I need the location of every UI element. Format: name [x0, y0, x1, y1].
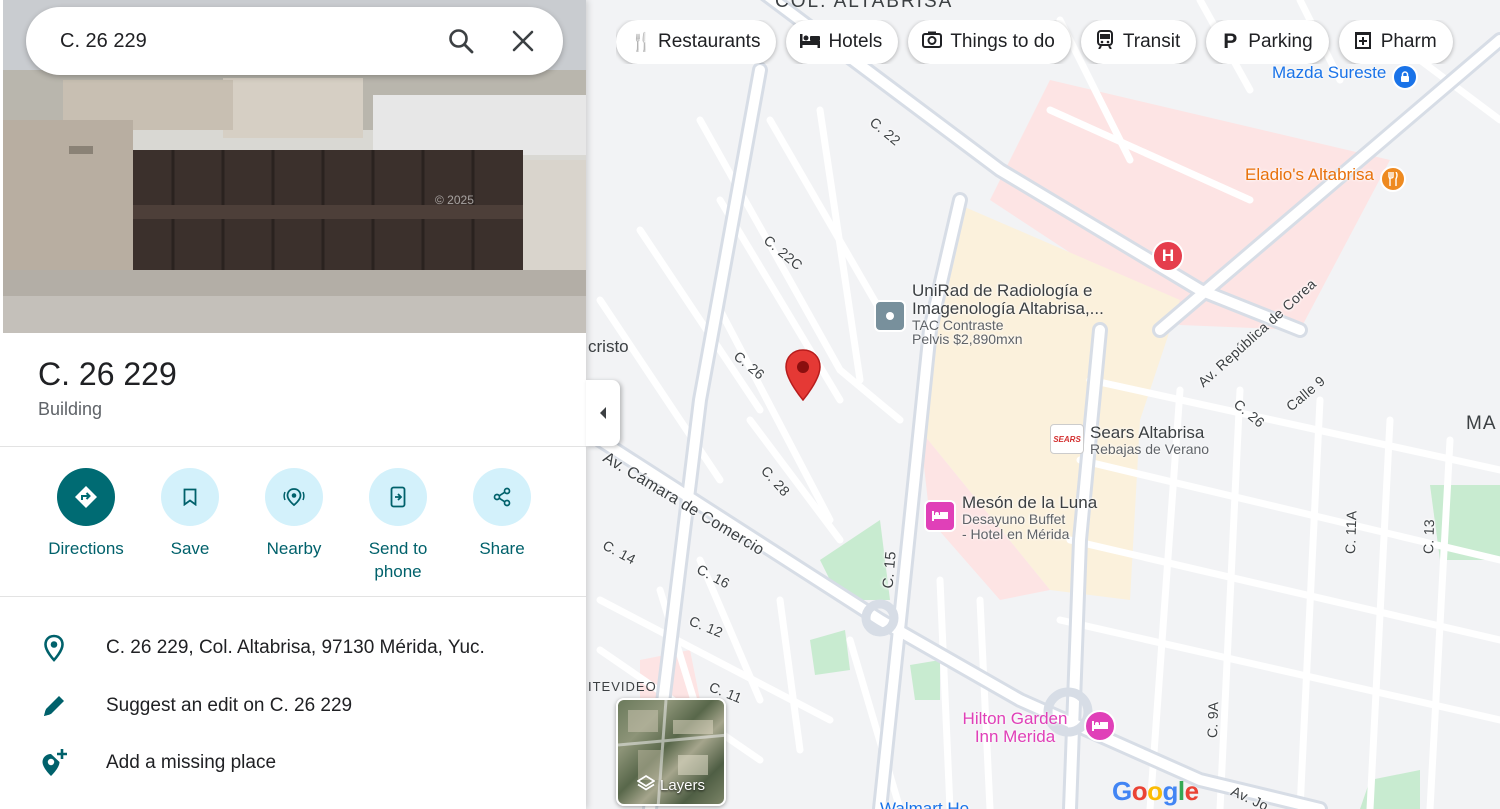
collapse-panel-button[interactable]	[586, 380, 620, 446]
action-label: Send to phone	[368, 539, 428, 581]
bookmark-icon	[161, 468, 219, 526]
search-icon	[449, 29, 474, 54]
hospital-icon: H	[1152, 240, 1184, 272]
add-location-icon	[38, 747, 70, 779]
action-buttons: Directions Save Nearby Send to phone Sha…	[34, 468, 554, 584]
medical-icon	[874, 300, 906, 332]
poi-sears-label: Sears Altabrisa	[1090, 423, 1205, 442]
place-title: C. 26 229	[38, 356, 177, 392]
fork-knife-icon: 🍴	[630, 31, 653, 52]
place-panel: © 2025 C. 26 229 C. 26 229 Building Dire…	[0, 0, 586, 809]
poi-sears[interactable]: SEARS Sears Altabrisa Rebajas de Verano	[1050, 424, 1209, 457]
street-label: C. 11A	[1342, 510, 1360, 555]
area-label-ma: MA	[1466, 413, 1497, 434]
category-chips: 🍴 Restaurants Hotels Things to do Transi…	[616, 20, 1500, 64]
area-label-montevideo: ITEVIDEO	[588, 679, 657, 694]
location-pin-icon[interactable]	[784, 348, 822, 407]
divider	[0, 446, 586, 447]
street-label: C. 9A	[1204, 701, 1222, 739]
directions-icon	[57, 468, 115, 526]
send-to-phone-button[interactable]: Send to phone	[346, 468, 450, 584]
nearby-button[interactable]: Nearby	[242, 468, 346, 584]
chip-label: Pharm	[1380, 31, 1437, 52]
layers-label: Layers	[659, 776, 706, 794]
close-icon	[512, 30, 534, 52]
bed-icon	[800, 32, 821, 53]
pharmacy-icon	[1353, 31, 1373, 54]
address-row[interactable]: C. 26 229, Col. Altabrisa, 97130 Mérida,…	[38, 632, 485, 664]
google-logo: Google	[1112, 776, 1199, 806]
chip-parking[interactable]: P Parking	[1206, 20, 1329, 64]
pencil-icon	[38, 690, 70, 722]
chip-label: Parking	[1248, 31, 1313, 52]
poi-walmart-label: Walmart Ho	[880, 799, 970, 809]
divider	[0, 596, 586, 597]
action-label: Nearby	[266, 539, 322, 558]
chip-things-to-do[interactable]: Things to do	[908, 20, 1071, 64]
car-dealer-icon	[1392, 64, 1419, 90]
poi-mazda-label: Mazda Sureste	[1272, 63, 1387, 82]
poi-meson-label: Mesón de la Luna	[962, 493, 1098, 512]
chip-transit[interactable]: Transit	[1080, 20, 1197, 64]
street-label: C. 13	[1420, 518, 1438, 555]
poi-walmart[interactable]: Walmart Ho	[880, 800, 969, 809]
area-label-cristo: cristo	[588, 337, 629, 356]
action-label: Save	[170, 539, 210, 558]
hotel-icon	[1084, 710, 1116, 742]
poi-mazda[interactable]: Mazda Sureste	[1272, 63, 1419, 90]
poi-hilton[interactable]: Hilton Garden Inn Merida	[952, 710, 1116, 746]
chip-label: Hotels	[828, 31, 883, 52]
clear-search-button[interactable]	[503, 21, 543, 61]
restaurant-icon	[1379, 166, 1406, 192]
poi-unirad-promo-price: Pelvis $2,890mxn	[912, 331, 1023, 348]
parking-icon: P	[1223, 30, 1238, 53]
chip-pharmacy[interactable]: Pharm	[1338, 20, 1453, 64]
poi-eladio-label: Eladio's Altabrisa	[1245, 165, 1374, 184]
layers-label-row: Layers	[618, 774, 724, 796]
camera-icon	[922, 31, 943, 53]
address-text: C. 26 229, Col. Altabrisa, 97130 Mérida,…	[106, 637, 485, 658]
chip-hotels[interactable]: Hotels	[786, 20, 899, 64]
share-button[interactable]: Share	[450, 468, 554, 584]
caret-left-icon	[600, 407, 606, 419]
layers-button[interactable]: Layers	[616, 698, 726, 806]
layers-icon	[636, 774, 656, 796]
search-box[interactable]: C. 26 229	[26, 7, 563, 75]
photo-watermark: © 2025	[435, 193, 474, 207]
chip-label: Restaurants	[658, 31, 761, 52]
search-input[interactable]: C. 26 229	[60, 30, 419, 53]
train-icon	[1095, 30, 1115, 54]
add-place-text: Add a missing place	[106, 752, 277, 773]
chip-restaurants[interactable]: 🍴 Restaurants	[616, 20, 777, 64]
street-label: C. 15	[879, 550, 900, 590]
area-label-colonia: COL. ALTABRISA	[775, 0, 954, 12]
action-label: Share	[479, 539, 525, 558]
poi-meson[interactable]: Mesón de la Luna Desayuno Buffet - Hotel…	[924, 494, 1097, 541]
add-place-row[interactable]: Add a missing place	[38, 747, 276, 779]
nearby-icon	[265, 468, 323, 526]
search-button[interactable]	[441, 21, 481, 61]
save-button[interactable]: Save	[138, 468, 242, 584]
poi-eladio[interactable]: Eladio's Altabrisa	[1245, 166, 1406, 192]
poi-unirad[interactable]: UniRad de Radiología e Imagenología Alta…	[874, 282, 1142, 347]
poi-unirad-label: UniRad de Radiología e Imagenología Alta…	[912, 281, 1104, 318]
share-icon	[473, 468, 531, 526]
poi-hospital[interactable]: H	[1152, 240, 1184, 272]
suggest-edit-row[interactable]: Suggest an edit on C. 26 229	[38, 690, 352, 722]
chip-label: Things to do	[950, 31, 1055, 52]
poi-sears-promo: Rebajas de Verano	[1090, 440, 1210, 457]
action-label: Directions	[48, 539, 124, 558]
poi-hilton-label: Hilton Garden Inn Merida	[962, 709, 1068, 746]
poi-meson-promo-2: - Hotel en Mérida	[962, 525, 1070, 542]
poi-meson-promo: Desayuno Buffet	[962, 510, 1066, 527]
chip-label: Transit	[1122, 31, 1181, 52]
hotel-icon	[924, 500, 956, 532]
sears-logo-icon: SEARS	[1050, 424, 1084, 454]
suggest-edit-text: Suggest an edit on C. 26 229	[106, 695, 353, 716]
directions-button[interactable]: Directions	[34, 468, 138, 584]
send-to-phone-icon	[369, 468, 427, 526]
location-icon	[38, 632, 70, 664]
place-type[interactable]: Building	[38, 399, 102, 420]
